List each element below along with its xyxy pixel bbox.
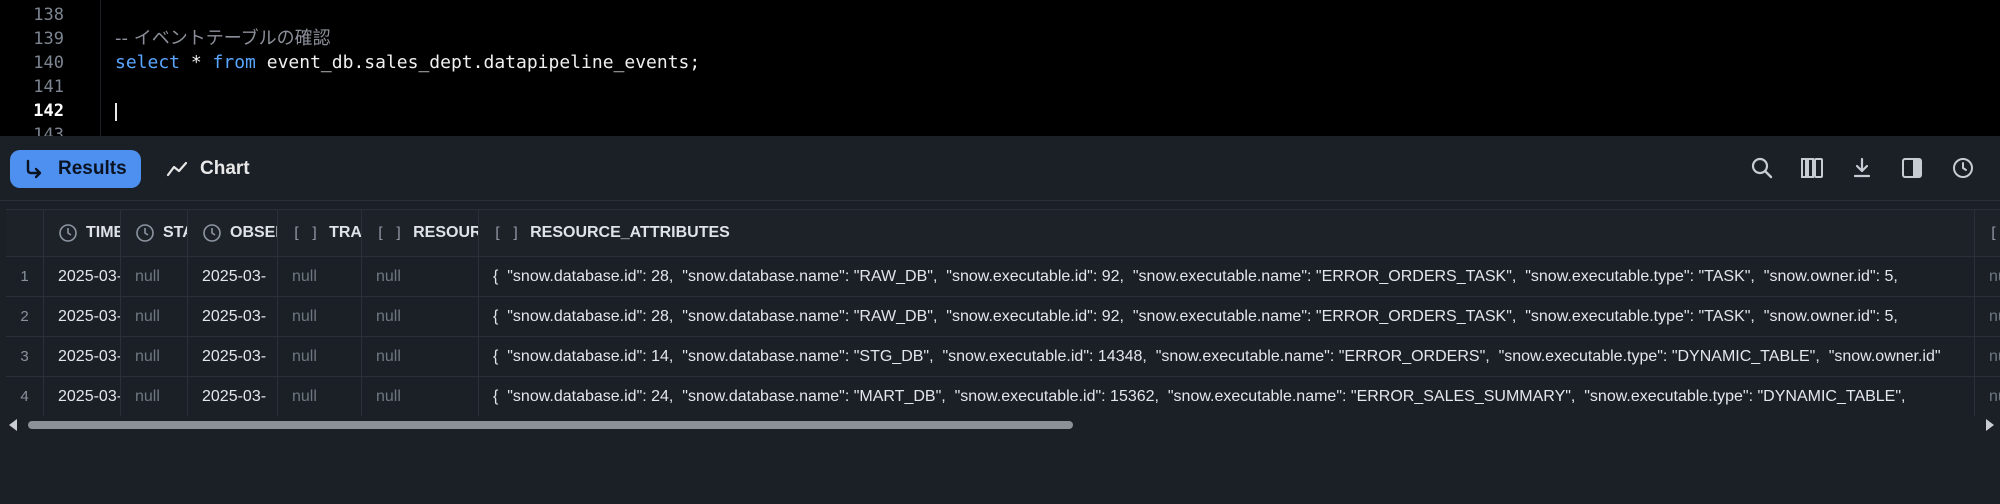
clock-icon: [135, 223, 155, 243]
cell-resource[interactable]: null: [362, 337, 479, 376]
history-icon[interactable]: [1951, 156, 1975, 180]
cell-observed-timestamp[interactable]: 2025-03-: [188, 257, 278, 296]
column-header[interactable]: TIMESTAMP: [44, 210, 121, 256]
line-number: 139: [33, 29, 64, 49]
clock-icon: [202, 223, 222, 243]
column-header-label: RESOURCE_ATTRIBUTES: [530, 224, 730, 241]
row-number: 4: [6, 377, 44, 416]
cell-trace[interactable]: null: [278, 257, 362, 296]
download-icon[interactable]: [1850, 156, 1874, 180]
clock-icon: [58, 223, 78, 243]
code-line: 140 select * from event_db.sales_dept.da…: [0, 51, 2000, 75]
results-toolbar: Results Chart: [0, 136, 2000, 201]
columns-icon[interactable]: [1800, 156, 1824, 180]
column-header[interactable]: [ ] RESOURCE: [362, 210, 479, 256]
horizontal-scrollbar[interactable]: [6, 416, 2000, 434]
column-header[interactable]: [ ] TRACE: [278, 210, 362, 256]
table-row[interactable]: 3 2025-03- null 2025-03- null null { "sn…: [6, 337, 2000, 377]
cell-observed-timestamp[interactable]: 2025-03-: [188, 377, 278, 416]
scroll-left-arrow-icon[interactable]: [9, 419, 17, 431]
column-header-label: OBSERVED_TIMESTAMP: [230, 224, 277, 241]
sql-statement: select * from event_db.sales_dept.datapi…: [115, 51, 700, 75]
column-header[interactable]: OBSERVED_TIMESTAMP: [188, 210, 278, 256]
split-panel-icon[interactable]: [1900, 156, 1924, 180]
sql-star: *: [180, 52, 213, 73]
cell-resource-attributes[interactable]: { "snow.database.id": 28, "snow.database…: [479, 297, 1975, 336]
cell-next-column[interactable]: nu: [1975, 377, 2000, 416]
cell-next-column[interactable]: nu: [1975, 257, 2000, 296]
array-bracket-icon: [ ]: [376, 224, 404, 242]
cell-resource-attributes[interactable]: { "snow.database.id": 28, "snow.database…: [479, 257, 1975, 296]
column-header-label: RESOURCE: [413, 224, 478, 241]
cell-resource-attributes[interactable]: { "snow.database.id": 14, "snow.database…: [479, 337, 1975, 376]
search-icon[interactable]: [1750, 156, 1774, 180]
cell-resource[interactable]: null: [362, 257, 479, 296]
grid-header: TIMESTAMP START_TIMESTAMP OBSERVED_TIMES…: [6, 209, 2000, 257]
line-chart-icon: [166, 159, 188, 179]
array-bracket-icon: [: [1989, 224, 1999, 242]
cell-start-timestamp[interactable]: null: [121, 257, 188, 296]
sql-editor[interactable]: 138 139 -- イベントテーブルの確認 140 select * from…: [0, 0, 2000, 136]
table-row[interactable]: 1 2025-03- null 2025-03- null null { "sn…: [6, 257, 2000, 297]
line-number: 140: [33, 53, 64, 73]
code-line-active: 142: [0, 99, 2000, 123]
sql-keyword-from: from: [212, 52, 256, 73]
column-header[interactable]: [: [1975, 210, 2000, 256]
chart-tab-button[interactable]: Chart: [166, 150, 276, 188]
cell-timestamp[interactable]: 2025-03-: [44, 377, 121, 416]
row-number: 1: [6, 257, 44, 296]
cell-next-column[interactable]: nu: [1975, 297, 2000, 336]
chart-tab-label: Chart: [200, 158, 250, 179]
scroll-right-arrow-icon[interactable]: [1986, 419, 1994, 431]
line-number: 141: [33, 77, 64, 97]
line-number: 138: [33, 5, 64, 25]
cell-resource[interactable]: null: [362, 297, 479, 336]
code-line: 143: [0, 123, 2000, 136]
column-header-label: START_TIMESTAMP: [163, 224, 187, 241]
code-line: 138: [0, 3, 2000, 27]
cell-trace[interactable]: null: [278, 377, 362, 416]
cell-timestamp[interactable]: 2025-03-: [44, 297, 121, 336]
row-number-header: [6, 210, 44, 256]
row-number: 3: [6, 337, 44, 376]
line-number: 143: [33, 125, 64, 136]
results-grid[interactable]: TIMESTAMP START_TIMESTAMP OBSERVED_TIMES…: [6, 209, 2000, 416]
cell-start-timestamp[interactable]: null: [121, 337, 188, 376]
turn-right-arrow-icon: [24, 159, 44, 179]
array-bracket-icon: [ ]: [493, 224, 521, 242]
row-number: 2: [6, 297, 44, 336]
cell-start-timestamp[interactable]: null: [121, 297, 188, 336]
text-caret: [115, 103, 117, 121]
cell-timestamp[interactable]: 2025-03-: [44, 257, 121, 296]
column-header[interactable]: [ ] RESOURCE_ATTRIBUTES: [479, 210, 1975, 256]
cell-trace[interactable]: null: [278, 337, 362, 376]
results-tab-label: Results: [58, 158, 127, 179]
sql-keyword-select: select: [115, 52, 181, 73]
sql-table-name: event_db.sales_dept.datapipeline_events;: [255, 52, 701, 73]
code-line: 139 -- イベントテーブルの確認: [0, 27, 2000, 51]
column-header[interactable]: START_TIMESTAMP: [121, 210, 188, 256]
cell-next-column[interactable]: nu: [1975, 337, 2000, 376]
scrollbar-thumb[interactable]: [28, 421, 1073, 429]
cell-resource[interactable]: null: [362, 377, 479, 416]
cell-timestamp[interactable]: 2025-03-: [44, 337, 121, 376]
table-row[interactable]: 2 2025-03- null 2025-03- null null { "sn…: [6, 297, 2000, 337]
column-header-label: TIMESTAMP: [86, 224, 121, 241]
results-tab-button[interactable]: Results: [10, 150, 141, 188]
array-bracket-icon: [ ]: [292, 224, 320, 242]
cell-resource-attributes[interactable]: { "snow.database.id": 24, "snow.database…: [479, 377, 1975, 416]
cell-trace[interactable]: null: [278, 297, 362, 336]
sql-comment: -- イベントテーブルの確認: [115, 28, 331, 49]
table-row[interactable]: 4 2025-03- null 2025-03- null null { "sn…: [6, 377, 2000, 416]
code-line: 141: [0, 75, 2000, 99]
column-header-label: TRACE: [329, 224, 362, 241]
cell-observed-timestamp[interactable]: 2025-03-: [188, 297, 278, 336]
line-number-active: 142: [33, 101, 64, 121]
cell-observed-timestamp[interactable]: 2025-03-: [188, 337, 278, 376]
cell-start-timestamp[interactable]: null: [121, 377, 188, 416]
